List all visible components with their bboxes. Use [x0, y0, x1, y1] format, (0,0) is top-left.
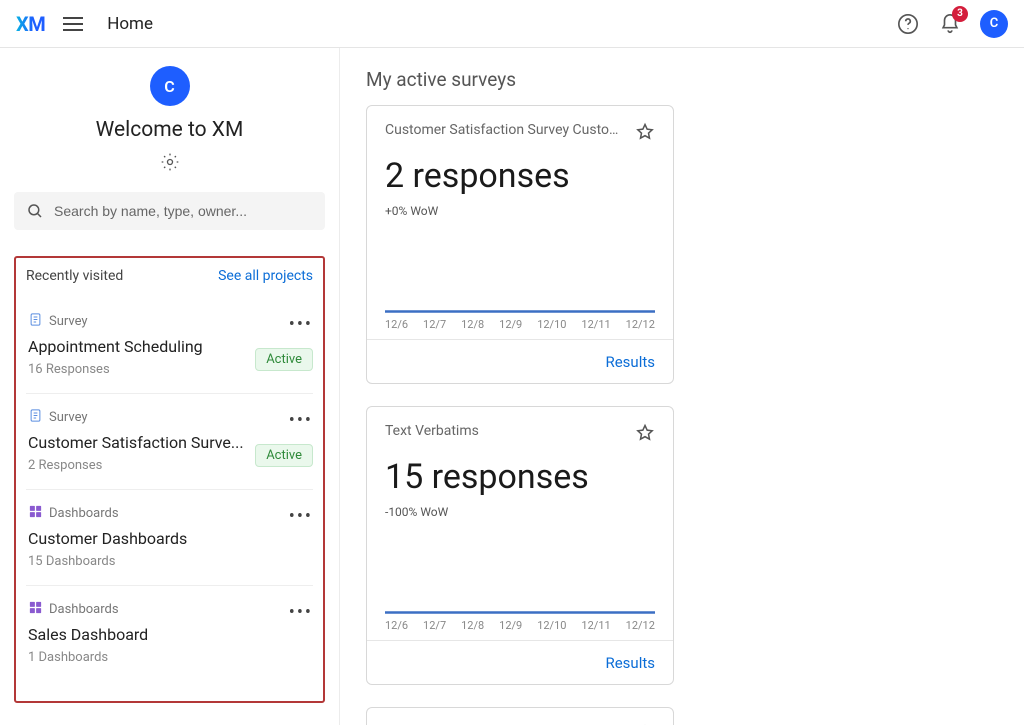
card-title: Text Verbatims: [385, 423, 479, 439]
favorite-star-icon[interactable]: [635, 423, 655, 447]
see-all-projects-link[interactable]: See all projects: [218, 268, 313, 284]
help-icon[interactable]: [892, 8, 924, 40]
more-menu-icon[interactable]: •••: [289, 410, 313, 431]
item-title: Customer Dashboards: [28, 529, 288, 548]
item-type-label: Dashboards: [49, 602, 119, 617]
search-input[interactable]: [54, 203, 313, 219]
recent-item[interactable]: SurveyCustomer Satisfaction Surve...2 Re…: [26, 394, 313, 490]
favorite-star-icon[interactable]: [635, 122, 655, 146]
status-badge: Active: [255, 444, 313, 467]
item-subtitle: 15 Dashboards: [28, 554, 311, 569]
settings-icon[interactable]: [160, 152, 180, 172]
welcome-title: Welcome to XM: [14, 118, 325, 142]
results-link[interactable]: Results: [605, 654, 655, 672]
grid-icon: [28, 600, 43, 619]
search-box[interactable]: [14, 192, 325, 230]
logo[interactable]: XM: [16, 12, 45, 36]
trend-chart: [385, 238, 655, 314]
more-menu-icon[interactable]: •••: [289, 314, 313, 335]
item-type-label: Survey: [49, 314, 88, 329]
status-badge: Active: [255, 348, 313, 371]
grid-icon: [28, 504, 43, 523]
item-type-row: Dashboards: [28, 504, 311, 523]
clipboard-icon: [28, 312, 43, 331]
sidebar: C Welcome to XM Recently visited See all…: [0, 48, 340, 725]
item-type-label: Dashboards: [49, 506, 119, 521]
page-title: Home: [107, 14, 153, 34]
profile-avatar[interactable]: C: [980, 10, 1008, 38]
trend-chart: [385, 539, 655, 615]
item-title: Appointment Scheduling: [28, 337, 288, 356]
item-type-row: Survey: [28, 312, 311, 331]
active-surveys-heading: My active surveys: [366, 68, 998, 91]
item-subtitle: 1 Dashboards: [28, 650, 311, 665]
recently-visited-heading: Recently visited: [26, 268, 123, 284]
wow-change: -100% WoW: [385, 505, 655, 519]
item-title: Customer Satisfaction Surve...: [28, 433, 288, 452]
recent-item[interactable]: Dashboards Customer Dashboards 15 Dashboar…: [26, 490, 313, 586]
response-metric: 2 responses: [385, 156, 655, 196]
chart-x-axis: 12/612/712/812/912/1012/1112/12: [385, 314, 655, 331]
results-link[interactable]: Results: [605, 353, 655, 371]
main-content: My active surveys Customer Satisfaction …: [340, 48, 1024, 725]
menu-button[interactable]: [63, 17, 83, 31]
card-title: Customer Satisfaction Survey Custome...: [385, 122, 625, 138]
recent-item[interactable]: Dashboards Sales Dashboard 1 Dashboards •••: [26, 586, 313, 681]
welcome-avatar: C: [150, 66, 190, 106]
notification-badge: 3: [952, 6, 968, 22]
survey-card: Appointment Scheduling16 responses-80% W…: [366, 707, 674, 725]
item-type-label: Survey: [49, 410, 88, 425]
recently-visited-panel: Recently visited See all projects Survey…: [14, 256, 325, 703]
item-type-row: Survey: [28, 408, 311, 427]
topbar: XM Home 3 C: [0, 0, 1024, 48]
wow-change: +0% WoW: [385, 204, 655, 218]
item-title: Sales Dashboard: [28, 625, 288, 644]
item-type-row: Dashboards: [28, 600, 311, 619]
survey-card: Customer Satisfaction Survey Custome... 2…: [366, 105, 674, 384]
response-metric: 15 responses: [385, 457, 655, 497]
more-menu-icon[interactable]: •••: [289, 602, 313, 623]
recent-item[interactable]: SurveyAppointment Scheduling16 Responses…: [26, 298, 313, 394]
more-menu-icon[interactable]: •••: [289, 506, 313, 527]
chart-x-axis: 12/612/712/812/912/1012/1112/12: [385, 615, 655, 632]
notifications-icon[interactable]: 3: [934, 8, 966, 40]
clipboard-icon: [28, 408, 43, 427]
search-icon: [26, 202, 44, 220]
survey-card: Text Verbatims 15 responses -100% WoW 12/61…: [366, 406, 674, 685]
